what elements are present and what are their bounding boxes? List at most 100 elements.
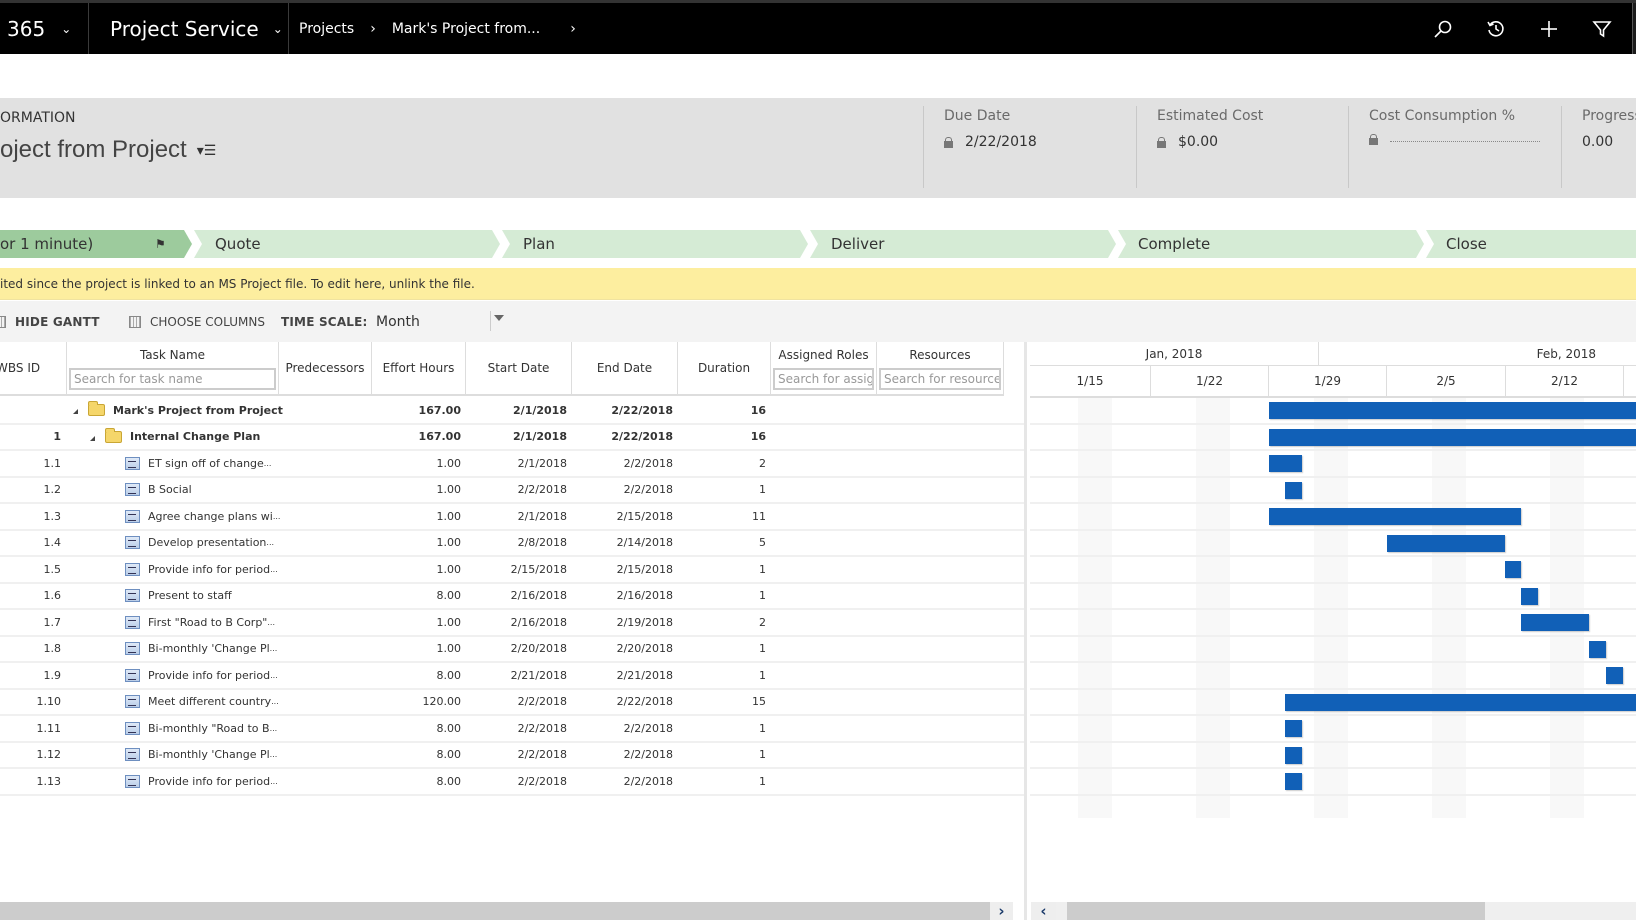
create-button[interactable] bbox=[1522, 3, 1575, 54]
window-edge bbox=[1632, 3, 1636, 54]
task-name-cell[interactable]: ET sign off of change... bbox=[125, 451, 271, 475]
column-header-task-name[interactable]: Task Name Search for task name bbox=[67, 342, 279, 396]
dropdown-arrow-icon[interactable] bbox=[494, 315, 504, 321]
empty-value-placeholder bbox=[1390, 141, 1540, 142]
gantt-task-bar[interactable] bbox=[1605, 667, 1623, 684]
column-header-start-date[interactable]: Start Date bbox=[466, 342, 572, 396]
gantt-week-header: 1/15 bbox=[1030, 366, 1151, 396]
table-row[interactable]: 1.6 Present to staff 8.00 2/16/2018 2/16/201… bbox=[0, 584, 1026, 610]
recent-items-button[interactable] bbox=[1469, 3, 1522, 54]
task-name-cell[interactable]: Provide info for period... bbox=[125, 663, 278, 687]
duration-cell: 11 bbox=[752, 509, 766, 523]
table-row[interactable]: 1.7 First "Road to B Corp"... 1.00 2/16/201… bbox=[0, 610, 1026, 637]
time-scale-select[interactable]: Month bbox=[376, 301, 506, 342]
stage-deliver[interactable]: Deliver bbox=[831, 230, 884, 258]
choose-columns-button[interactable]: CHOOSE COLUMNS bbox=[129, 301, 265, 342]
stage-complete[interactable]: Complete bbox=[1138, 230, 1210, 258]
column-header-duration[interactable]: Duration bbox=[678, 342, 771, 396]
header-section-label: ORMATION bbox=[0, 110, 76, 126]
task-name: Bi-monthly 'Change Pl bbox=[148, 642, 270, 655]
gantt-task-bar[interactable] bbox=[1268, 428, 1636, 446]
table-row[interactable]: 1.4 Develop presentation... 1.00 2/8/2018 2/… bbox=[0, 531, 1026, 557]
table-row[interactable]: 1.2 B Social 1.00 2/2/2018 2/2/2018 1 bbox=[0, 478, 1026, 504]
gantt-task-bar[interactable] bbox=[1285, 693, 1636, 711]
table-row[interactable]: 1.10 Meet different country... 120.00 2/2/2… bbox=[0, 690, 1026, 716]
wbs-cell: 1.13 bbox=[36, 774, 62, 788]
column-header-wbs[interactable]: WBS ID bbox=[0, 342, 67, 396]
table-row[interactable]: 1 Internal Change Plan 167.00 2/1/2018 2/22/… bbox=[0, 425, 1026, 451]
task-name-cell[interactable]: Meet different country... bbox=[125, 690, 279, 714]
breadcrumb-more-chevron-icon[interactable]: › bbox=[570, 21, 576, 37]
truncation-ellipsis: ... bbox=[272, 511, 281, 521]
start-date-cell: 2/1/2018 bbox=[517, 509, 567, 523]
gantt-task-bar[interactable] bbox=[1386, 534, 1505, 552]
stage-quote[interactable]: Quote bbox=[215, 230, 261, 258]
gantt-task-bar[interactable] bbox=[1268, 402, 1636, 419]
collapse-toggle-icon[interactable] bbox=[73, 409, 78, 414]
task-name-search-input[interactable]: Search for task name bbox=[69, 368, 276, 390]
task-name-cell[interactable]: Develop presentation... bbox=[125, 531, 274, 555]
resources-search-input[interactable]: Search for resources bbox=[879, 368, 1001, 390]
table-row[interactable]: 1.5 Provide info for period... 1.00 2/15/20… bbox=[0, 557, 1026, 584]
table-row[interactable]: 1.1 ET sign off of change... 1.00 2/1/2018 2… bbox=[0, 451, 1026, 478]
filter-button[interactable] bbox=[1575, 3, 1628, 54]
gantt-task-bar[interactable] bbox=[1268, 455, 1303, 472]
task-name: Mark's Project from Project bbox=[113, 403, 283, 417]
gantt-task-bar[interactable] bbox=[1504, 561, 1522, 578]
table-row[interactable]: 1.9 Provide info for period... 8.00 2/21/20… bbox=[0, 663, 1026, 690]
table-row[interactable]: 1.8 Bi-monthly 'Change Pl... 1.00 2/20/2018… bbox=[0, 637, 1026, 663]
task-name-cell[interactable]: B Social bbox=[125, 478, 192, 502]
grid-horizontal-scrollbar[interactable] bbox=[0, 902, 1013, 920]
gantt-task-bar[interactable] bbox=[1588, 640, 1606, 658]
breadcrumb-current-project[interactable]: Mark's Project from... bbox=[392, 21, 540, 37]
gantt-task-bar[interactable] bbox=[1285, 773, 1303, 790]
task-name-cell[interactable]: Bi-monthly 'Change Pl... bbox=[125, 637, 277, 661]
stage-plan[interactable]: Plan bbox=[523, 230, 555, 258]
task-name-cell[interactable]: Mark's Project from Project bbox=[73, 398, 283, 422]
stage-active[interactable]: or 1 minute) ⚑ bbox=[0, 230, 184, 258]
breadcrumb-projects[interactable]: Projects bbox=[299, 21, 354, 37]
task-name: First "Road to B Corp" bbox=[148, 615, 268, 629]
gantt-task-bar[interactable] bbox=[1521, 587, 1539, 605]
gantt-task-bar[interactable] bbox=[1285, 746, 1303, 764]
task-name-cell[interactable]: Agree change plans wi... bbox=[125, 504, 280, 528]
gantt-task-bar[interactable] bbox=[1285, 720, 1303, 737]
column-title: Predecessors bbox=[285, 361, 365, 375]
task-name-cell[interactable]: First "Road to B Corp"... bbox=[125, 610, 275, 634]
task-name-cell[interactable]: Provide info for period... bbox=[125, 769, 278, 793]
grid-gantt-splitter[interactable] bbox=[1024, 342, 1027, 920]
gantt-task-bar[interactable] bbox=[1521, 614, 1589, 631]
hide-gantt-button[interactable]: HIDE GANTT bbox=[0, 301, 100, 342]
assigned-roles-search-input[interactable]: Search for assigr bbox=[773, 368, 874, 390]
task-name-cell[interactable]: Present to staff bbox=[125, 584, 232, 608]
end-date-cell: 2/19/2018 bbox=[616, 615, 673, 629]
table-row[interactable]: 1.11 Bi-monthly "Road to B... 8.00 2/2/2018… bbox=[0, 716, 1026, 743]
task-name-cell[interactable]: Provide info for period... bbox=[125, 557, 278, 581]
search-button[interactable] bbox=[1416, 3, 1469, 54]
form-selector-icon[interactable]: ▾☰ bbox=[197, 142, 217, 159]
column-header-end-date[interactable]: End Date bbox=[572, 342, 678, 396]
table-row[interactable]: Mark's Project from Project 167.00 2/1/201… bbox=[0, 398, 1026, 425]
task-name-cell[interactable]: Internal Change Plan bbox=[90, 425, 260, 449]
end-date-cell: 2/22/2018 bbox=[611, 403, 673, 417]
scroll-right-button[interactable]: › bbox=[990, 902, 1013, 920]
collapse-toggle-icon[interactable] bbox=[90, 435, 95, 441]
table-row[interactable]: 1.13 Provide info for period... 8.00 2/2/20… bbox=[0, 769, 1026, 796]
column-header-assigned-roles[interactable]: Assigned Roles Search for assigr bbox=[771, 342, 877, 396]
gantt-task-bar[interactable] bbox=[1268, 508, 1522, 525]
gantt-task-bar[interactable] bbox=[1285, 481, 1303, 499]
column-header-resources[interactable]: Resources Search for resources bbox=[877, 342, 1004, 396]
stage-close[interactable]: Close bbox=[1446, 230, 1487, 258]
module-switcher[interactable]: Project Service ⌄ bbox=[110, 3, 283, 54]
table-row[interactable]: 1.12 Bi-monthly 'Change Pl... 8.00 2/2/2018… bbox=[0, 743, 1026, 769]
table-row[interactable]: 1.3 Agree change plans wi... 1.00 2/1/2018 2… bbox=[0, 504, 1026, 531]
duration-cell: 16 bbox=[750, 430, 766, 443]
end-date-cell: 2/16/2018 bbox=[616, 589, 673, 602]
task-name-cell[interactable]: Bi-monthly "Road to B... bbox=[125, 716, 277, 740]
scroll-left-button[interactable]: ‹ bbox=[1031, 902, 1056, 920]
app-launcher[interactable]: 365 ⌄ bbox=[7, 3, 71, 54]
task-name-cell[interactable]: Bi-monthly 'Change Pl... bbox=[125, 743, 277, 767]
gantt-scrollbar-thumb[interactable] bbox=[1067, 902, 1485, 920]
column-header-effort-hours[interactable]: Effort Hours bbox=[372, 342, 466, 396]
column-header-predecessors[interactable]: Predecessors bbox=[279, 342, 372, 396]
